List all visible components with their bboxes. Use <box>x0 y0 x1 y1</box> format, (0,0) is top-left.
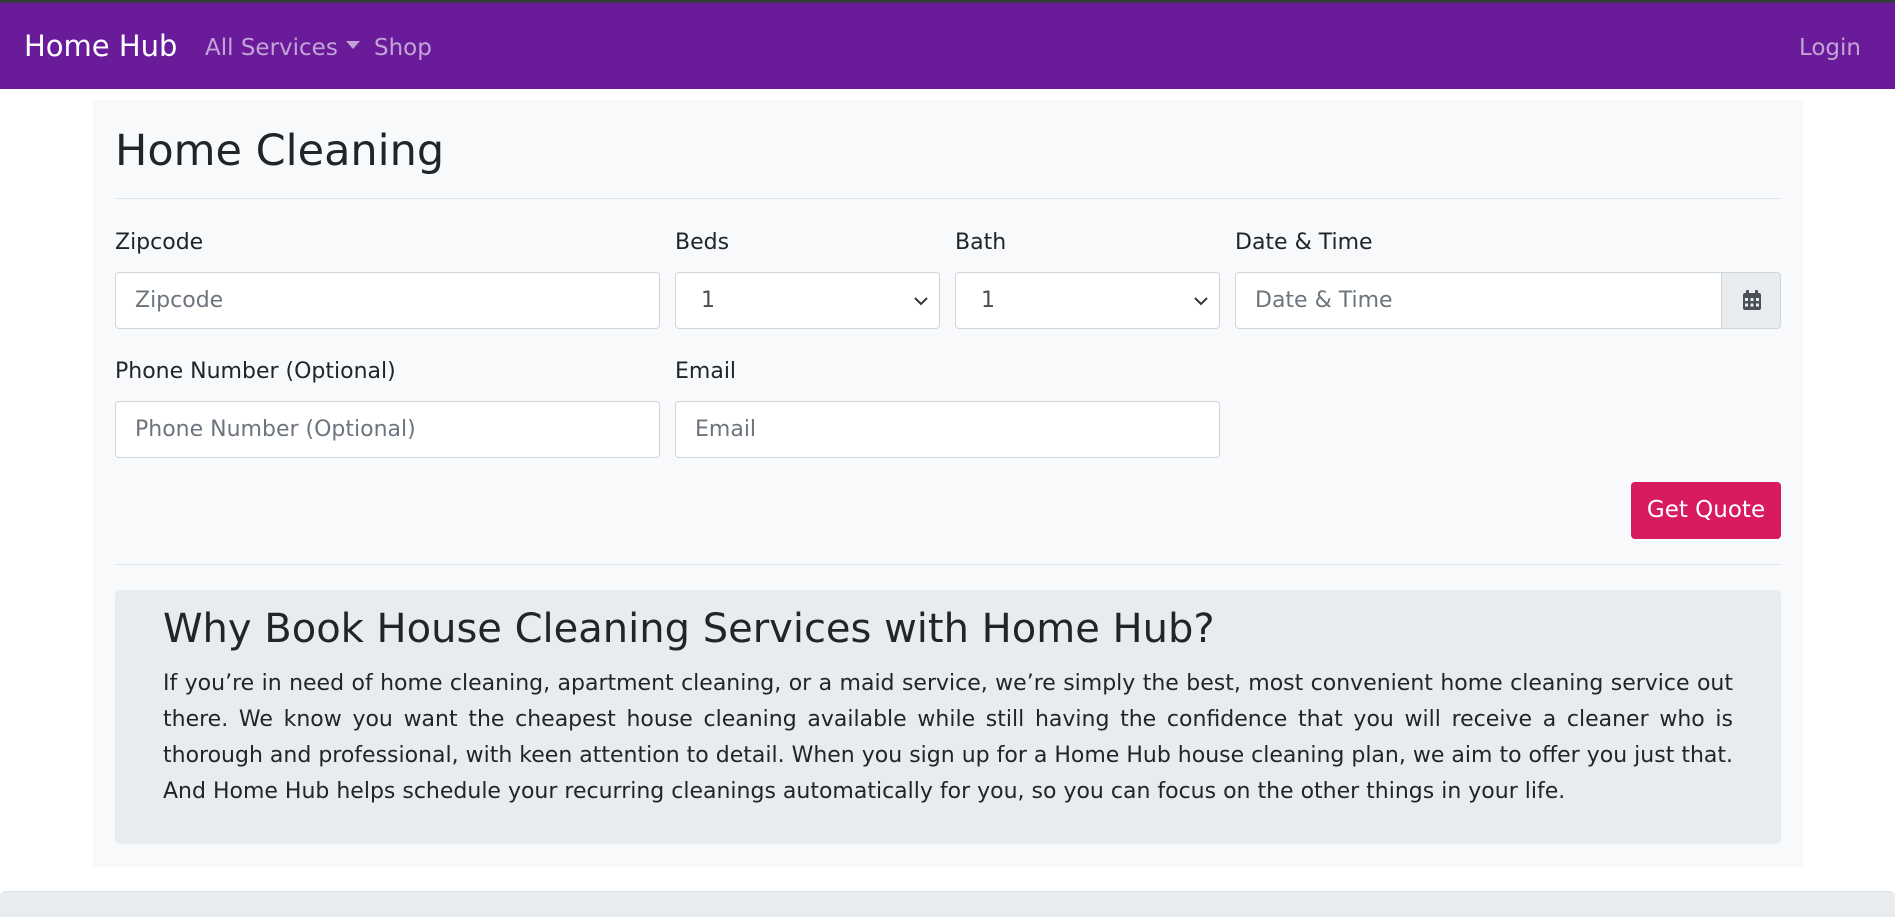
zipcode-placeholder: Zipcode <box>135 288 224 313</box>
email-label: Email <box>675 359 737 384</box>
footer <box>0 891 1895 917</box>
beds-selected-value: 1 <box>701 288 715 313</box>
email-placeholder: Email <box>695 417 757 442</box>
datetime-input[interactable]: Date & Time <box>1235 272 1722 329</box>
info-body: If you’re in need of home cleaning, apar… <box>163 671 1733 804</box>
beds-label: Beds <box>675 230 730 255</box>
page-title: Home Cleaning <box>115 126 445 176</box>
brand-link[interactable]: Home Hub <box>24 29 177 63</box>
phone-placeholder: Phone Number (Optional) <box>135 417 416 442</box>
datetime-placeholder: Date & Time <box>1255 288 1393 313</box>
datetime-label: Date & Time <box>1235 230 1373 255</box>
email-input[interactable]: Email <box>675 401 1220 458</box>
divider <box>115 198 1781 199</box>
nav-all-services-dropdown[interactable]: All Services <box>205 35 360 61</box>
nav-all-services-label: All Services <box>205 35 338 61</box>
bath-label: Bath <box>955 230 1007 255</box>
info-panel: Why Book House Cleaning Services with Ho… <box>115 590 1781 844</box>
phone-input[interactable]: Phone Number (Optional) <box>115 401 660 458</box>
calendar-button[interactable] <box>1721 272 1781 329</box>
divider <box>115 564 1781 565</box>
info-heading: Why Book House Cleaning Services with Ho… <box>163 606 1215 652</box>
calendar-icon <box>1743 290 1761 310</box>
navbar: Home Hub All Services Shop Login <box>0 3 1895 89</box>
zipcode-label: Zipcode <box>115 230 204 255</box>
bath-select[interactable]: 1 <box>955 272 1220 329</box>
phone-label: Phone Number (Optional) <box>115 359 396 384</box>
chevron-down-icon <box>1194 297 1208 306</box>
get-quote-button[interactable]: Get Quote <box>1631 482 1781 539</box>
chevron-down-icon <box>914 297 928 306</box>
beds-select[interactable]: 1 <box>675 272 940 329</box>
zipcode-input[interactable]: Zipcode <box>115 272 660 329</box>
main-container: Home Cleaning Zipcode Zipcode Beds 1 Bat… <box>93 100 1803 867</box>
bath-selected-value: 1 <box>981 288 995 313</box>
nav-shop-link[interactable]: Shop <box>374 35 432 61</box>
nav-login-link[interactable]: Login <box>1799 35 1861 61</box>
caret-down-icon <box>345 40 360 49</box>
